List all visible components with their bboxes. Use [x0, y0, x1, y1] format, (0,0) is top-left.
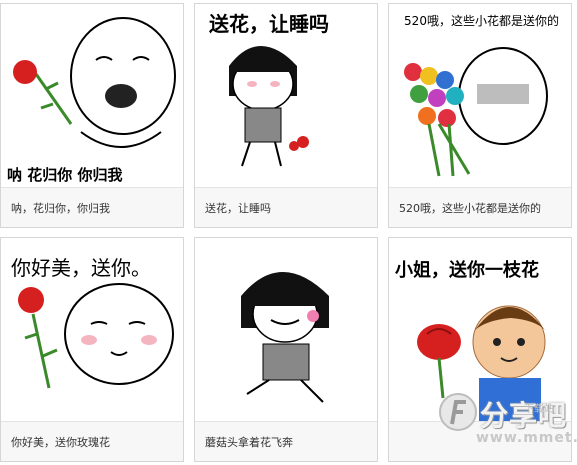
meme-caption-3[interactable]: 520哦，这些小花都是送你的 [389, 187, 571, 227]
watermark-url: www.mmet.cn [476, 430, 577, 446]
meme-overlay-text-4: 你好美，送你。 [11, 256, 151, 280]
meme-overlay-text-6: 小姐，送你一枝花 [395, 260, 539, 281]
meme-caption-5[interactable]: 蘑菇头拿着花飞奔 [195, 421, 377, 461]
meme-card-2[interactable]: 送花，让睡吗 送花，让睡吗 [194, 3, 378, 228]
meme-overlay-text-3: 520哦，这些小花都是送你的 [404, 14, 559, 28]
meme-drawing-5 [241, 272, 329, 403]
watermark-logo-icon [439, 393, 477, 431]
meme-caption-text-1: 呐，花归你，你归我 [11, 202, 110, 215]
watermark-subtitle: 下载站 [524, 404, 554, 415]
meme-image-1[interactable]: 呐 花归你 你归我 [1, 4, 183, 187]
meme-image-5[interactable] [195, 238, 377, 421]
meme-card-4[interactable]: 你好美，送你。 你好美，送你玫瑰花 [0, 237, 184, 462]
meme-caption-4[interactable]: 你好美，送你玫瑰花 [1, 421, 183, 461]
meme-overlay-text-1: 呐 花归你 你归我 [7, 166, 123, 184]
meme-image-3[interactable]: 520哦，这些小花都是送你的 [389, 4, 571, 187]
site-watermark: 分享吧 下载站 www.mmet.cn [436, 388, 577, 458]
meme-caption-text-3: 520哦，这些小花都是送你的 [399, 202, 541, 215]
meme-caption-1[interactable]: 呐，花归你，你归我 [1, 187, 183, 227]
meme-caption-text-5: 蘑菇头拿着花飞奔 [205, 436, 293, 449]
meme-card-3[interactable]: 520哦，这些小花都是送你的 520哦，这些小花都是送你的 [388, 3, 572, 228]
meme-drawing-3 [404, 47, 548, 177]
meme-overlay-text-2: 送花，让睡吗 [209, 12, 329, 36]
meme-image-2[interactable]: 送花，让睡吗 [195, 4, 377, 187]
meme-card-1[interactable]: 呐 花归你 你归我 呐，花归你，你归我 [0, 3, 184, 228]
meme-image-4[interactable]: 你好美，送你。 [1, 238, 183, 421]
meme-drawing-1 [13, 17, 176, 148]
meme-caption-2[interactable]: 送花，让睡吗 [195, 187, 377, 227]
meme-caption-text-4: 你好美，送你玫瑰花 [11, 436, 110, 449]
meme-card-5[interactable]: 蘑菇头拿着花飞奔 [194, 237, 378, 462]
meme-caption-text-2: 送花，让睡吗 [205, 202, 271, 215]
